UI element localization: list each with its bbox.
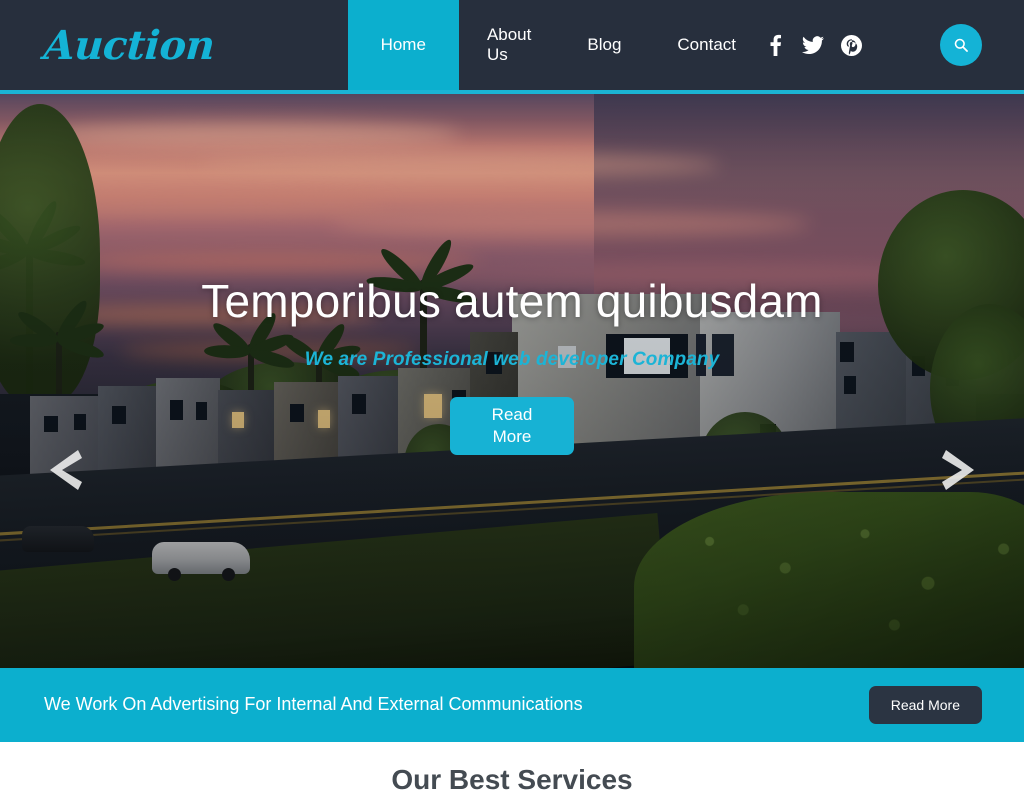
site-logo[interactable]: Auction	[42, 22, 216, 69]
nav-item-blog[interactable]: Blog	[559, 0, 649, 90]
carousel-next-button[interactable]	[932, 442, 986, 498]
site-header: Auction Home About Us Blog Contact	[0, 0, 1024, 90]
services-section: Our Best Services	[0, 742, 1024, 800]
cta-banner: We Work On Advertising For Internal And …	[0, 668, 1024, 742]
search-button[interactable]	[940, 24, 982, 66]
pinterest-icon[interactable]	[840, 34, 862, 56]
nav-label: Blog	[587, 35, 622, 54]
cta-read-more-button[interactable]: Read More	[868, 686, 982, 724]
facebook-icon[interactable]	[764, 34, 786, 56]
hero-read-more-button[interactable]: Read More	[450, 396, 574, 455]
header-right-cluster	[764, 0, 1024, 90]
chevron-right-icon	[942, 450, 974, 490]
search-icon	[954, 38, 968, 52]
nav-label: About Us	[486, 25, 532, 64]
cta-text: We Work On Advertising For Internal And …	[44, 694, 583, 715]
nav-label: Contact	[677, 35, 736, 54]
hero-read-more-label: Read More	[491, 404, 533, 446]
hero-content: Temporibus autem quibusdam We are Profes…	[0, 94, 1024, 668]
nav-label: Home	[380, 35, 426, 54]
chevron-left-icon	[50, 450, 82, 490]
nav-item-contact[interactable]: Contact	[649, 0, 764, 90]
hero-carousel: Temporibus autem quibusdam We are Profes…	[0, 94, 1024, 668]
nav-item-about-us[interactable]: About Us	[459, 0, 559, 90]
carousel-prev-button[interactable]	[38, 442, 92, 498]
hero-subtitle: We are Professional web developer Compan…	[304, 348, 720, 370]
services-heading: Our Best Services	[391, 764, 633, 795]
hero-title: Temporibus autem quibusdam	[201, 275, 823, 327]
nav-item-home[interactable]: Home	[347, 0, 459, 90]
twitter-icon[interactable]	[802, 34, 824, 56]
logo-container[interactable]: Auction	[0, 0, 348, 90]
main-navigation: Home About Us Blog Contact	[347, 0, 764, 90]
social-links	[764, 34, 862, 56]
